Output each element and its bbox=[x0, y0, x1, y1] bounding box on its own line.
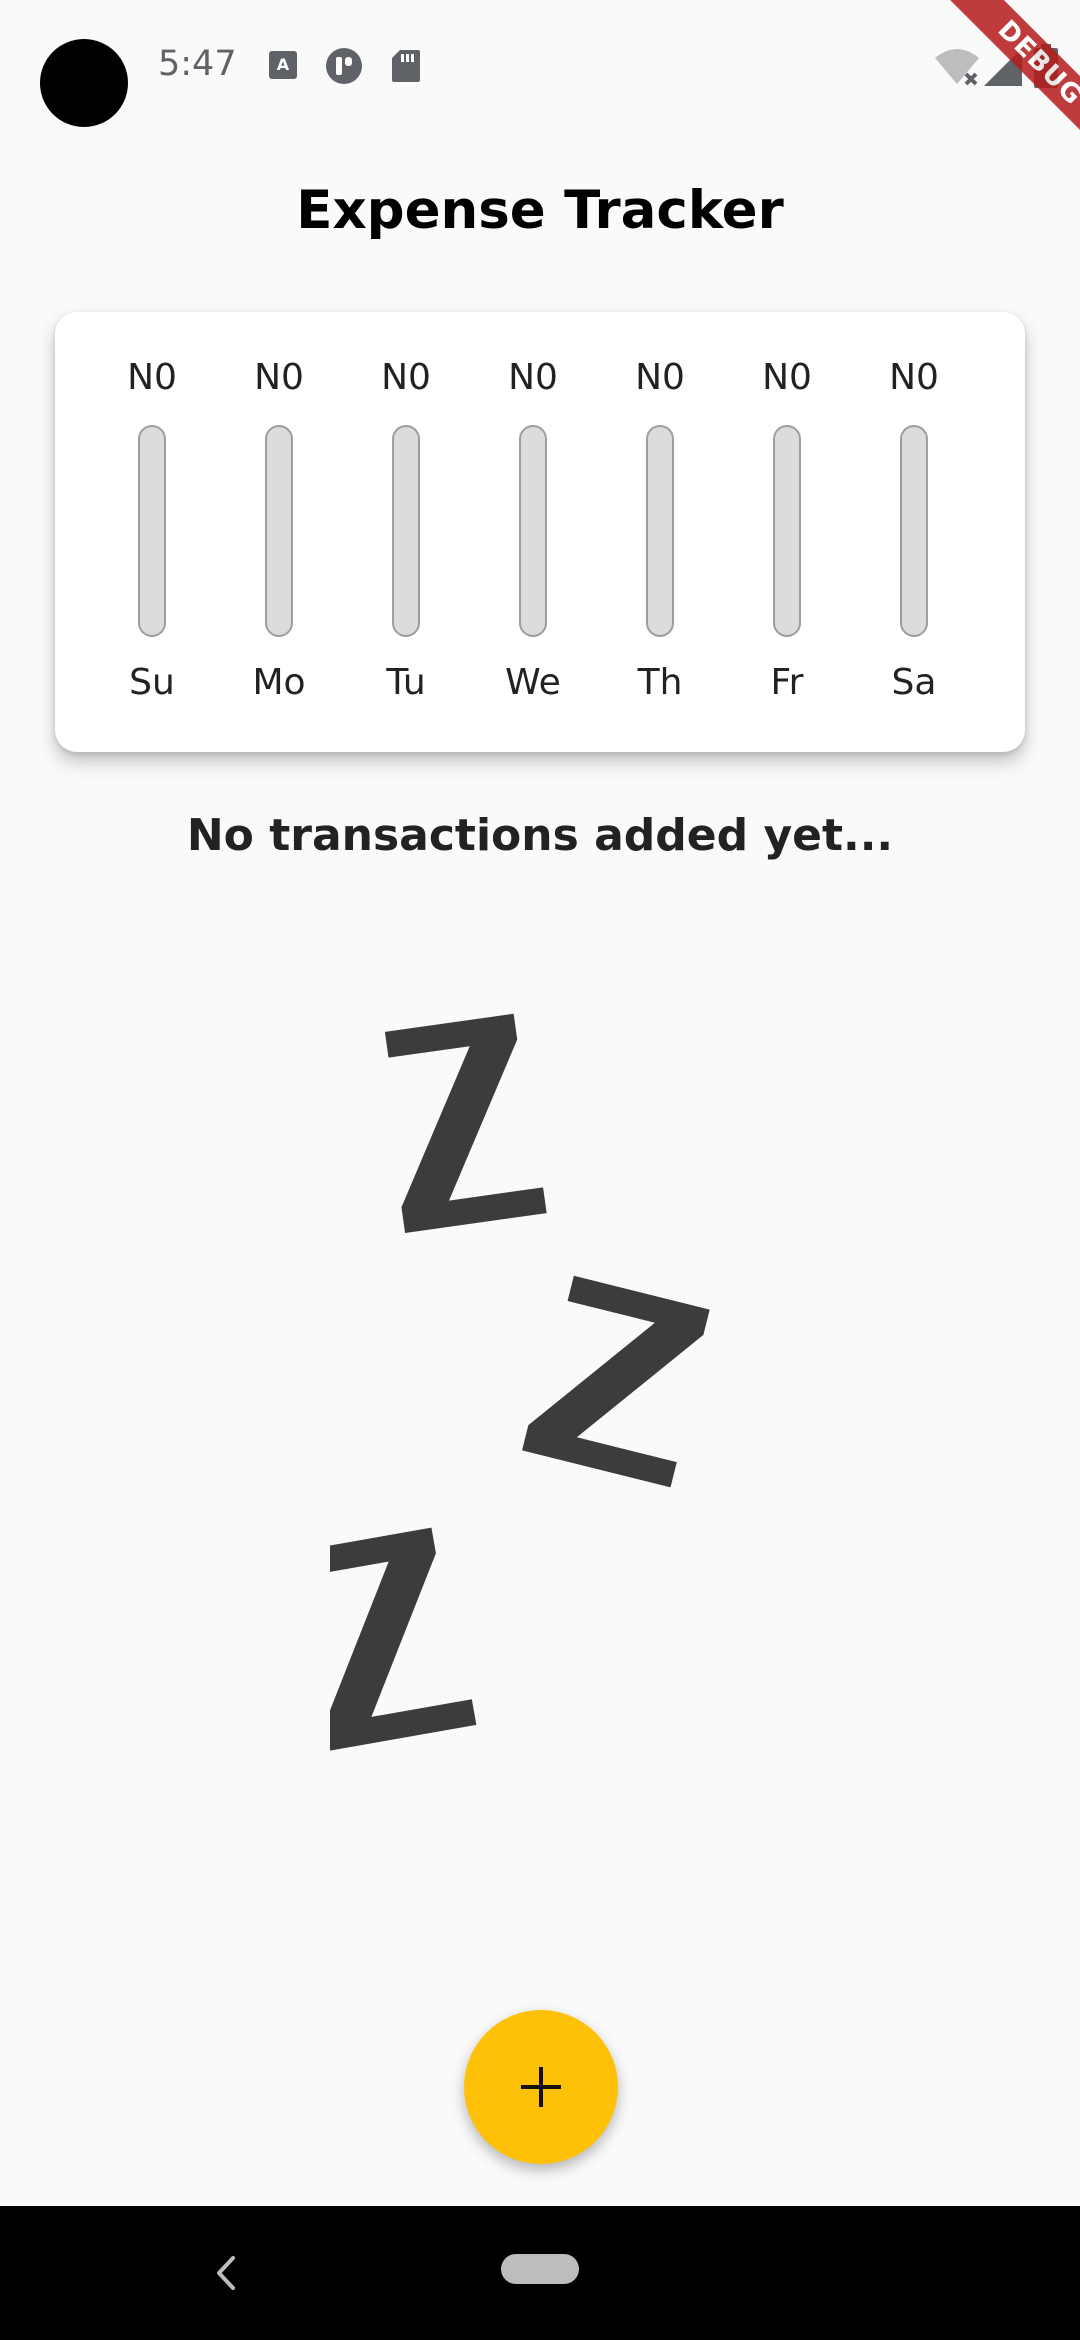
chart-amount-label: N0 bbox=[635, 357, 685, 398]
chart-amount-label: N0 bbox=[254, 357, 304, 398]
chart-bar bbox=[138, 425, 166, 637]
plus-icon bbox=[521, 2067, 561, 2107]
app-badge-icon bbox=[326, 48, 362, 84]
chart-bar-column: N0 We bbox=[483, 312, 583, 752]
chart-day-label: Fr bbox=[770, 662, 804, 703]
chart-bar bbox=[646, 425, 674, 637]
debug-banner: DEBUG bbox=[910, 0, 1080, 170]
chart-bar-column: N0 Th bbox=[610, 312, 710, 752]
svg-text:A: A bbox=[277, 55, 290, 74]
status-time: 5:47 bbox=[158, 44, 237, 84]
weekly-chart-card: N0 Su N0 Mo N0 Tu N0 We N0 Th N0 Fr N0 Sa bbox=[55, 312, 1025, 752]
chart-day-label: Mo bbox=[252, 662, 306, 703]
back-icon[interactable] bbox=[205, 2250, 251, 2296]
keyboard-a-icon: A bbox=[269, 51, 297, 79]
system-nav-bar bbox=[0, 2206, 1080, 2340]
sd-card-icon bbox=[392, 50, 420, 82]
sleeping-zzz-icon bbox=[330, 1013, 710, 1751]
chart-day-label: Tu bbox=[386, 662, 426, 703]
chart-amount-label: N0 bbox=[889, 357, 939, 398]
chart-bar-column: N0 Sa bbox=[864, 312, 964, 752]
chart-bar bbox=[265, 425, 293, 637]
empty-state-message: No transactions added yet... bbox=[186, 810, 894, 861]
chart-bar bbox=[392, 425, 420, 637]
chart-bar-column: N0 Su bbox=[102, 312, 202, 752]
chart-bar-column: N0 Tu bbox=[356, 312, 456, 752]
chart-bar-column: N0 Fr bbox=[737, 312, 837, 752]
chart-bar-column: N0 Mo bbox=[229, 312, 329, 752]
add-transaction-button[interactable] bbox=[464, 2010, 618, 2164]
chart-amount-label: N0 bbox=[762, 357, 812, 398]
chart-day-label: We bbox=[505, 662, 561, 703]
home-pill-icon[interactable] bbox=[501, 2254, 579, 2284]
chart-bar bbox=[519, 425, 547, 637]
chart-amount-label: N0 bbox=[127, 357, 177, 398]
chart-bar bbox=[773, 425, 801, 637]
debug-banner-label: DEBUG bbox=[934, 0, 1080, 169]
chart-amount-label: N0 bbox=[508, 357, 558, 398]
chart-bar bbox=[900, 425, 928, 637]
chart-day-label: Th bbox=[637, 662, 683, 703]
chart-amount-label: N0 bbox=[381, 357, 431, 398]
chart-day-label: Su bbox=[129, 662, 175, 703]
camera-cutout bbox=[40, 39, 128, 127]
chart-day-label: Sa bbox=[891, 662, 937, 703]
page-title: Expense Tracker bbox=[296, 180, 784, 241]
